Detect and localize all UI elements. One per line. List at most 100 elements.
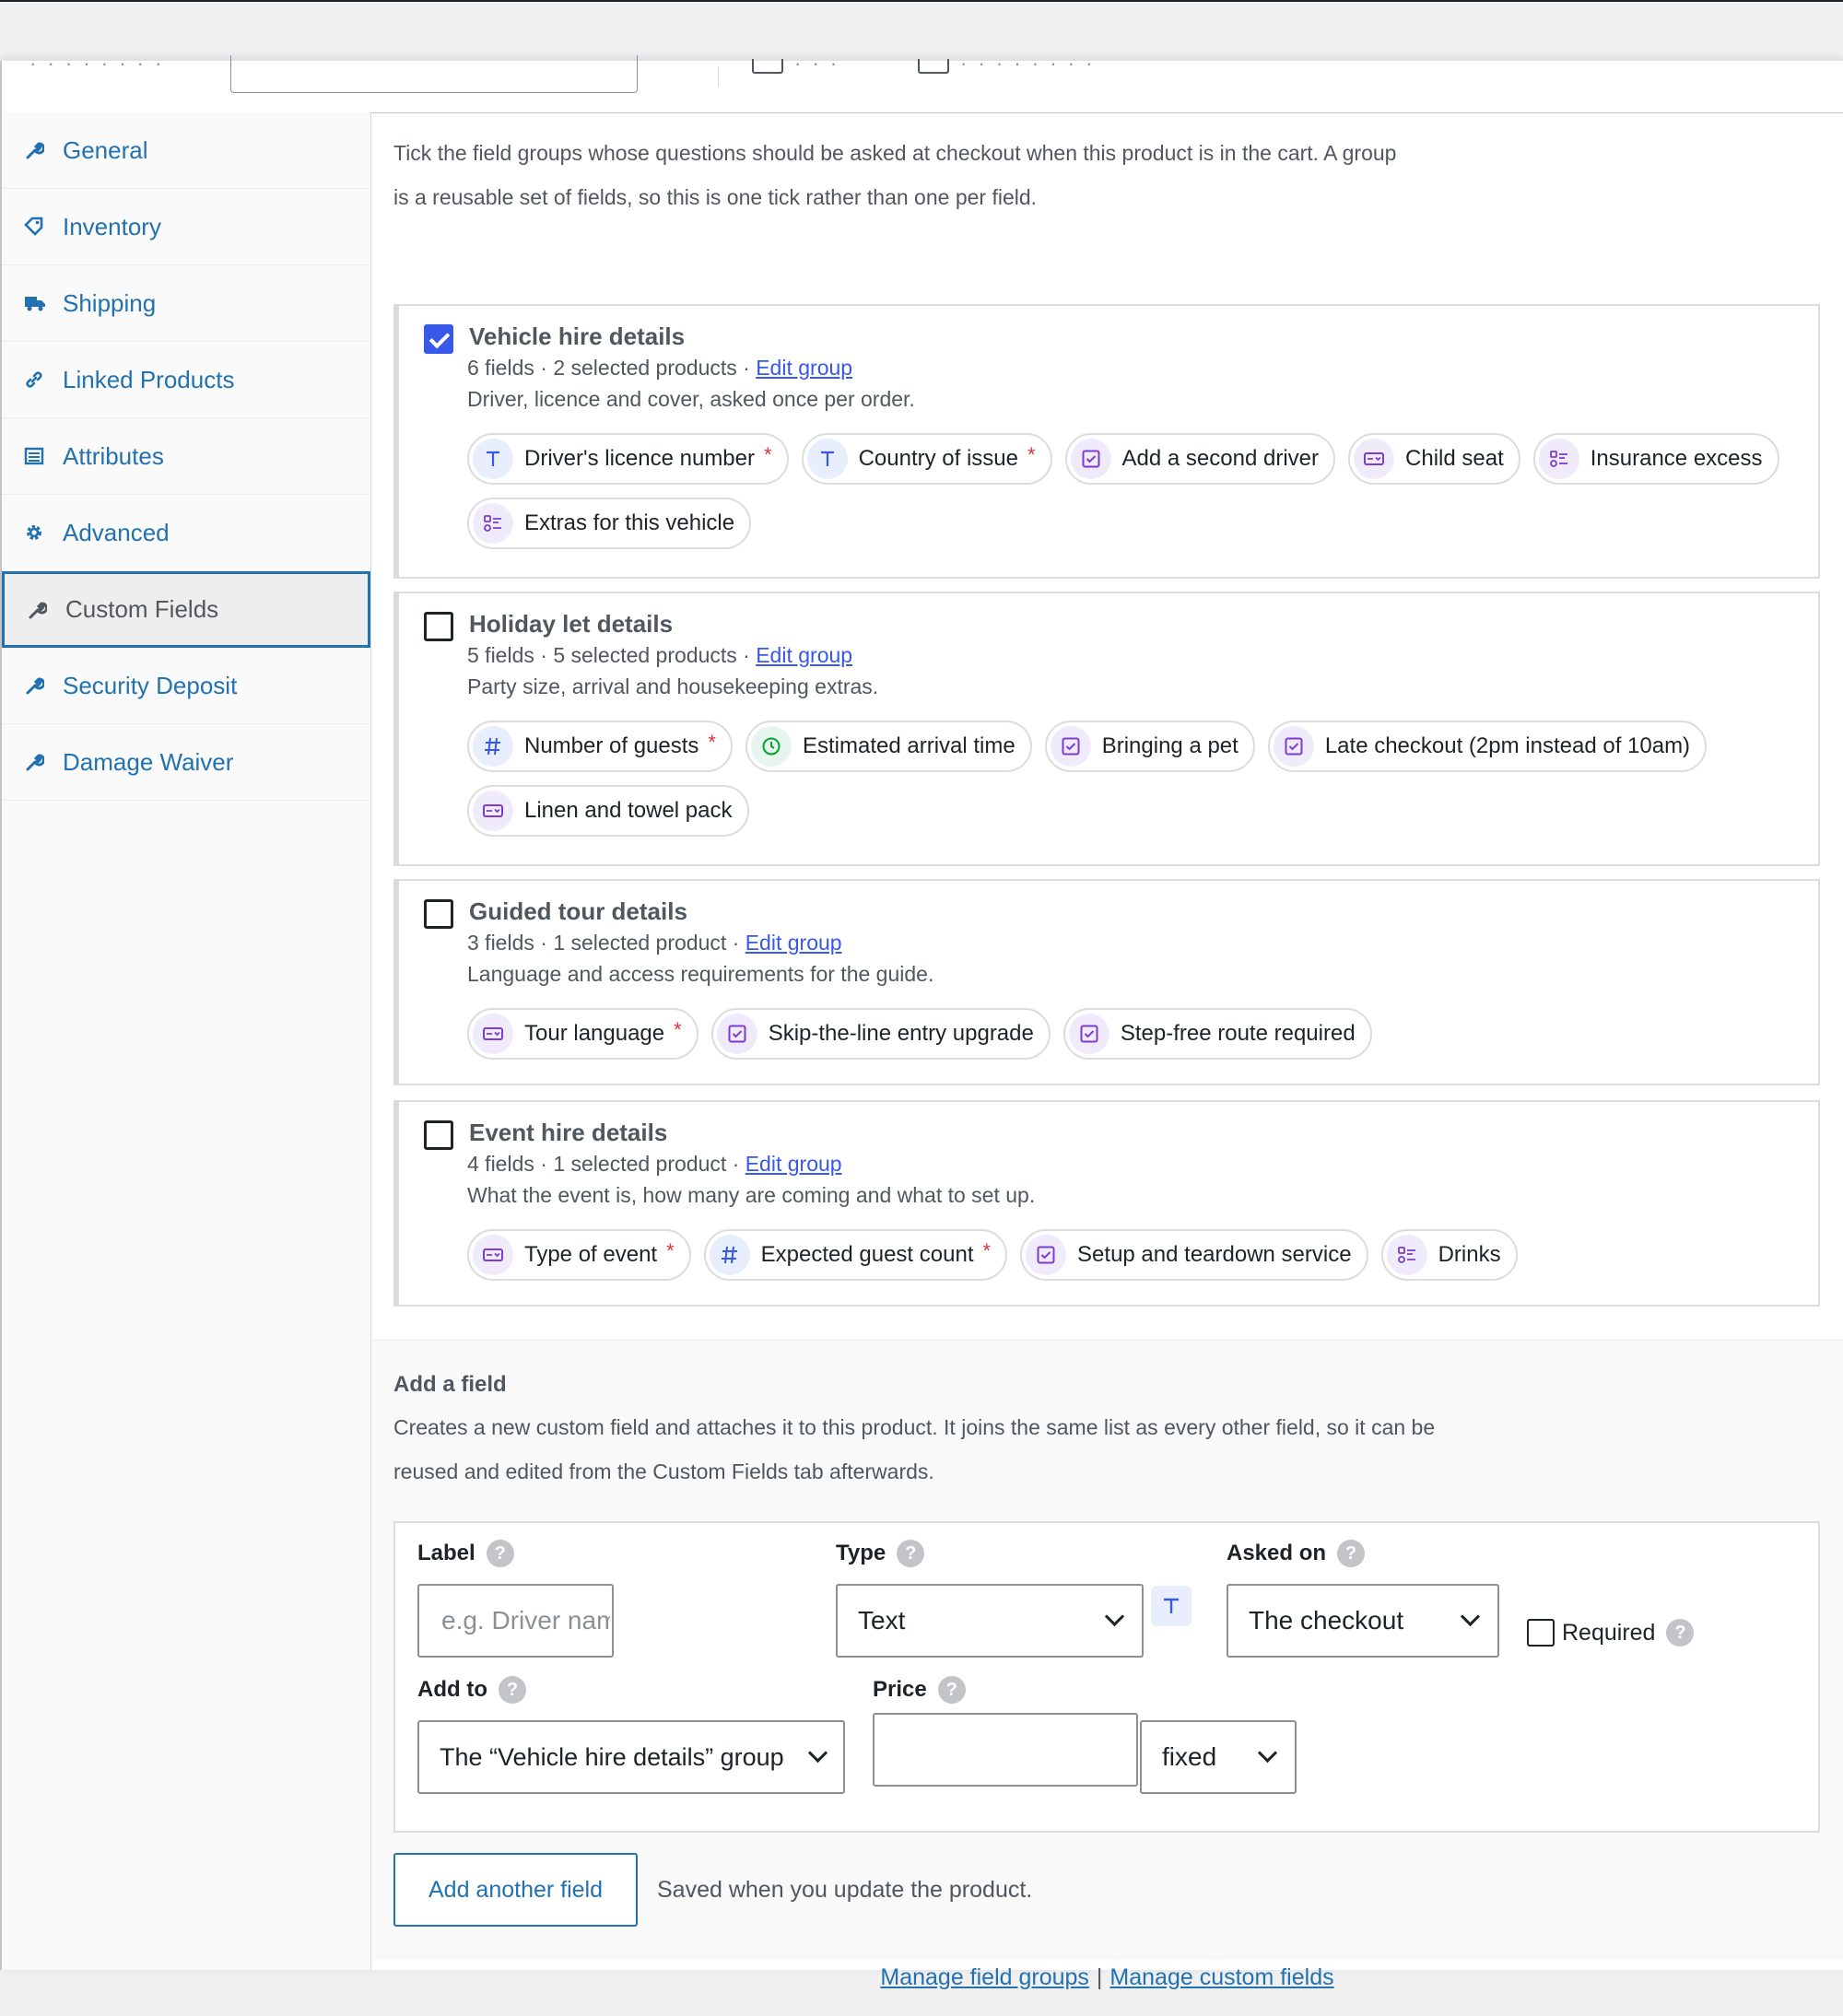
group-meta-text: 6 fields · 2 selected products · xyxy=(467,356,757,380)
help-icon[interactable]: ? xyxy=(498,1676,526,1704)
tab-label: Attributes xyxy=(63,441,164,470)
label-input-wrap xyxy=(417,1584,614,1658)
required-asterisk: * xyxy=(982,1239,992,1262)
type-select[interactable]: Text xyxy=(836,1584,1144,1658)
group-meta: 3 fields · 1 selected product · Edit gro… xyxy=(467,931,842,955)
gear-icon xyxy=(24,522,50,543)
field-chip-label: Expected guest count xyxy=(760,1242,974,1267)
field-chip: Expected guest count * xyxy=(703,1229,1008,1281)
checkbox-type-icon xyxy=(1026,1235,1067,1275)
price-label-text: Price xyxy=(873,1677,927,1702)
asked-on-select[interactable]: The checkout xyxy=(1227,1584,1499,1658)
field-chip: Add a second driver xyxy=(1064,433,1336,485)
field-chip-label: Tour language xyxy=(524,1021,665,1046)
tab-shipping[interactable]: Shipping xyxy=(2,265,370,342)
field-chip: Tour language * xyxy=(467,1008,698,1060)
edit-group-link[interactable]: Edit group xyxy=(756,643,852,667)
field-chip: Skip-the-line entry upgrade xyxy=(710,1008,1051,1060)
required-asterisk: * xyxy=(764,443,772,466)
price-mode-select[interactable]: fixed xyxy=(1140,1720,1297,1794)
help-icon[interactable]: ? xyxy=(1337,1540,1366,1567)
group-checkbox[interactable] xyxy=(424,324,453,354)
text-type-icon xyxy=(1151,1586,1191,1626)
group-meta-text: 3 fields · 1 selected product · xyxy=(467,931,745,955)
field-chip-label: Type of event xyxy=(524,1242,658,1267)
required-asterisk: * xyxy=(1027,443,1036,466)
help-icon[interactable]: ? xyxy=(1666,1619,1695,1647)
tab-label: Security Deposit xyxy=(63,671,238,699)
group-checkbox[interactable] xyxy=(424,1120,453,1150)
help-icon[interactable]: ? xyxy=(897,1540,925,1567)
checkbox-type-icon xyxy=(1273,726,1314,767)
edit-group-link[interactable]: Edit group xyxy=(756,356,852,380)
asked-on-label-text: Asked on xyxy=(1227,1541,1327,1565)
product-type-select-cutoff[interactable] xyxy=(230,55,638,93)
clock-icon xyxy=(750,726,792,767)
tab-advanced[interactable]: Advanced xyxy=(2,495,370,571)
tab-security-deposit[interactable]: Security Deposit xyxy=(2,648,370,724)
tab-attributes[interactable]: Attributes xyxy=(2,418,370,495)
cutoff-text: · · · · · · · · xyxy=(29,52,165,75)
field-chip-label: Late checkout (2pm instead of 10am) xyxy=(1324,733,1691,758)
add-to-label-text: Add to xyxy=(417,1677,487,1702)
tab-linked-products[interactable]: Linked Products xyxy=(2,342,370,418)
group-meta: 4 fields · 1 selected product · Edit gro… xyxy=(467,1152,842,1177)
chevron-down-icon xyxy=(807,1742,828,1764)
select-type-icon xyxy=(473,1235,513,1275)
wrench-icon xyxy=(24,140,50,160)
field-chip: Extras for this vehicle xyxy=(467,498,752,549)
required-asterisk: * xyxy=(666,1239,675,1262)
tab-inventory[interactable]: Inventory xyxy=(2,189,370,265)
required-checkbox[interactable] xyxy=(1527,1619,1555,1647)
footer-links: Manage field groups | Manage custom fields xyxy=(371,1964,1843,1991)
price-input[interactable] xyxy=(895,1734,1136,1765)
label-input[interactable] xyxy=(440,1605,612,1636)
select-type-icon xyxy=(473,1014,513,1054)
edit-group-link[interactable]: Edit group xyxy=(745,1152,842,1176)
field-chip: Step-free route required xyxy=(1062,1008,1372,1060)
number-type-icon xyxy=(473,726,513,767)
field-chip-label: Step-free route required xyxy=(1120,1021,1356,1046)
group-meta-text: 5 fields · 5 selected products · xyxy=(467,643,757,667)
group-title: Holiday let details xyxy=(469,610,674,638)
field-group-card: Event hire details 4 fields · 1 selected … xyxy=(393,1100,1820,1307)
field-chip: Insurance excess xyxy=(1532,433,1779,485)
field-chip-label: Extras for this vehicle xyxy=(524,510,735,535)
tab-label: Inventory xyxy=(63,212,161,240)
tab-label: Advanced xyxy=(63,518,170,546)
field-chip-label: Setup and teardown service xyxy=(1077,1242,1352,1267)
group-checkbox[interactable] xyxy=(424,612,453,641)
tag-icon xyxy=(24,217,50,237)
select-type-icon xyxy=(473,791,513,831)
manage-field-groups-link[interactable]: Manage field groups xyxy=(880,1964,1089,1990)
field-chip-label: Driver's licence number xyxy=(524,446,755,471)
select-type-icon xyxy=(1354,439,1395,479)
chevron-down-icon xyxy=(1257,1742,1278,1764)
price-mode-value: fixed xyxy=(1162,1742,1217,1771)
asked-on-select-value: The checkout xyxy=(1249,1606,1404,1635)
help-icon[interactable]: ? xyxy=(486,1540,514,1567)
link-separator: | xyxy=(1096,1964,1103,1990)
product-data-panel: · · · · · · · · · · · · · · · · · · · Ge… xyxy=(0,52,1843,1990)
add-to-select[interactable]: The “Vehicle hire details” group xyxy=(417,1720,845,1794)
field-chip: Bringing a pet xyxy=(1044,721,1255,772)
help-icon[interactable]: ? xyxy=(937,1676,966,1704)
chevron-down-icon xyxy=(1460,1606,1481,1627)
downloadable-checkbox-cutoff[interactable] xyxy=(918,59,949,74)
tab-general[interactable]: General xyxy=(2,112,370,189)
checkbox-type-icon xyxy=(1050,726,1091,767)
type-field-label: Type ? xyxy=(836,1540,925,1567)
tab-damage-waiver[interactable]: Damage Waiver xyxy=(2,724,370,801)
tab-label: Damage Waiver xyxy=(63,747,234,776)
add-another-field-button[interactable]: Add another field xyxy=(393,1853,638,1927)
group-meta-text: 4 fields · 1 selected product · xyxy=(467,1152,745,1176)
field-chip: Number of guests * xyxy=(467,721,733,772)
virtual-checkbox-cutoff[interactable] xyxy=(752,59,783,74)
edit-group-link[interactable]: Edit group xyxy=(745,931,842,955)
tab-custom-fields[interactable]: Custom Fields xyxy=(2,571,370,648)
group-description: Language and access requirements for the… xyxy=(467,962,934,986)
field-chip: Type of event * xyxy=(467,1229,691,1281)
intro-text: Tick the field groups whose questions sh… xyxy=(393,141,1397,209)
group-checkbox[interactable] xyxy=(424,899,453,929)
manage-custom-fields-link[interactable]: Manage custom fields xyxy=(1109,1964,1333,1990)
